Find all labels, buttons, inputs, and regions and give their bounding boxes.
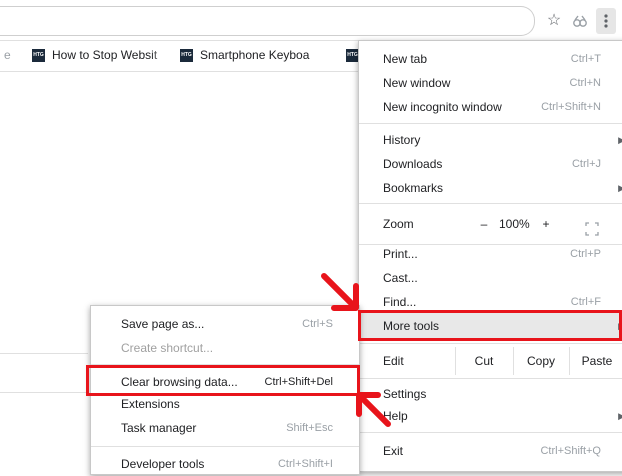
menu-item-zoom: Zoom – 100% + xyxy=(359,209,622,239)
menu-label: New tab xyxy=(383,52,428,66)
menu-separator xyxy=(359,343,622,344)
menu-shortcut: Ctrl+Shift+N xyxy=(541,101,601,113)
menu-separator xyxy=(359,432,622,433)
menu-item-new-window[interactable]: New window Ctrl+N xyxy=(359,71,622,95)
page-divider xyxy=(0,353,88,354)
star-icon[interactable]: ☆ xyxy=(545,12,563,30)
highlight-box-clear-browsing xyxy=(86,365,360,396)
cut-button[interactable]: Cut xyxy=(455,347,513,375)
menu-item-task-manager[interactable]: Task manager Shift+Esc xyxy=(91,416,359,440)
zoom-in-button[interactable]: + xyxy=(539,209,553,239)
kebab-menu-icon[interactable] xyxy=(596,8,616,34)
menu-label: Task manager xyxy=(121,421,197,435)
bookmark-label: Smartphone Keyboa xyxy=(200,48,310,62)
menu-shortcut: Ctrl+P xyxy=(570,248,601,260)
menu-item-exit[interactable]: Exit Ctrl+Shift+Q xyxy=(359,439,622,463)
menu-item-help[interactable]: Help ▶ xyxy=(359,404,622,428)
menu-shortcut: Ctrl+T xyxy=(570,53,601,65)
menu-item-extensions[interactable]: Extensions xyxy=(91,394,359,414)
htg-icon: HTG xyxy=(32,48,45,62)
zoom-out-button[interactable]: – xyxy=(477,209,491,239)
menu-item-save-page[interactable]: Save page as... Ctrl+S xyxy=(91,312,359,336)
red-arrow-icon xyxy=(321,273,359,311)
menu-item-new-tab[interactable]: New tab Ctrl+T xyxy=(359,47,622,71)
red-arrow-icon xyxy=(356,392,391,427)
fade-overlay xyxy=(150,46,174,64)
paste-button[interactable]: Paste xyxy=(569,347,622,375)
menu-separator xyxy=(91,446,359,447)
menu-label: Extensions xyxy=(121,397,180,411)
page-divider xyxy=(0,392,88,393)
menu-item-new-incognito[interactable]: New incognito window Ctrl+Shift+N xyxy=(359,95,622,119)
highlight-box-more-tools xyxy=(358,310,622,341)
bookmark-label: How to Stop Websit xyxy=(52,48,158,62)
fade-overlay xyxy=(318,46,342,64)
menu-label: Edit xyxy=(383,354,404,368)
menu-label: Cast... xyxy=(383,271,418,285)
fullscreen-icon[interactable] xyxy=(585,217,599,236)
menu-item-downloads[interactable]: Downloads Ctrl+J xyxy=(359,152,622,176)
menu-separator xyxy=(359,378,622,379)
menu-label: Exit xyxy=(383,444,404,458)
extension-icon[interactable] xyxy=(571,12,589,30)
menu-label: Downloads xyxy=(383,157,443,171)
menu-item-create-shortcut: Create shortcut... xyxy=(91,336,359,360)
menu-shortcut: Ctrl+N xyxy=(569,77,601,89)
menu-shortcut: Ctrl+Shift+I xyxy=(277,458,333,470)
menu-label: Save page as... xyxy=(121,317,205,331)
menu-label: Print... xyxy=(383,247,418,261)
menu-label: Zoom xyxy=(383,217,414,231)
menu-item-cast[interactable]: Cast... xyxy=(359,266,622,290)
chrome-main-menu: New tab Ctrl+T New window Ctrl+N New inc… xyxy=(358,40,622,472)
submenu-arrow-icon: ▶ xyxy=(618,183,622,193)
menu-label: Create shortcut... xyxy=(121,341,214,355)
menu-item-history[interactable]: History ▶ xyxy=(359,128,622,152)
menu-separator xyxy=(359,203,622,204)
address-bar[interactable] xyxy=(0,6,535,36)
menu-separator xyxy=(359,123,622,124)
menu-label: New window xyxy=(383,76,451,90)
zoom-level: 100% xyxy=(499,217,530,231)
copy-button[interactable]: Copy xyxy=(513,347,569,375)
menu-shortcut: Ctrl+S xyxy=(302,318,333,330)
menu-item-developer-tools[interactable]: Developer tools Ctrl+Shift+I xyxy=(91,452,359,476)
bookmark-label: e xyxy=(4,48,11,62)
menu-label: History xyxy=(383,133,421,147)
menu-item-edit: Edit Cut Copy Paste xyxy=(359,347,622,375)
bookmark-item[interactable]: e xyxy=(4,46,16,64)
bookmark-item[interactable]: HTG Smartphone Keyboa xyxy=(180,46,340,64)
menu-label: Bookmarks xyxy=(383,181,444,195)
submenu-arrow-icon: ▶ xyxy=(618,411,622,421)
menu-shortcut: Shift+Esc xyxy=(286,422,333,434)
menu-item-settings[interactable]: Settings xyxy=(359,382,622,406)
menu-shortcut: Ctrl+Shift+Q xyxy=(540,445,601,457)
menu-label: Developer tools xyxy=(121,457,205,471)
menu-item-bookmarks[interactable]: Bookmarks ▶ xyxy=(359,176,622,200)
submenu-arrow-icon: ▶ xyxy=(618,135,622,145)
menu-shortcut: Ctrl+J xyxy=(571,158,601,170)
menu-item-print[interactable]: Print... Ctrl+P xyxy=(359,242,622,266)
htg-icon: HTG xyxy=(180,48,193,62)
menu-label: New incognito window xyxy=(383,100,502,114)
